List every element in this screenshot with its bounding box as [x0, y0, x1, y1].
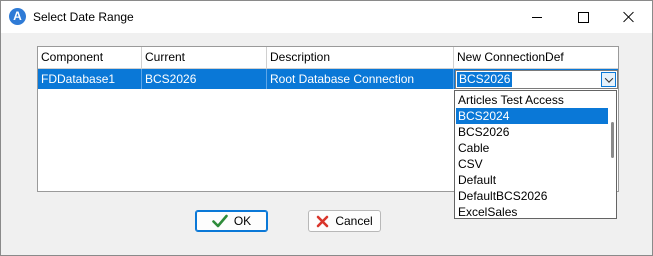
- list-item[interactable]: Default: [456, 172, 608, 188]
- ok-button-label: OK: [233, 214, 252, 228]
- cell-description[interactable]: Root Database Connection: [267, 69, 454, 89]
- window-title: Select Date Range: [33, 10, 134, 24]
- cancel-button[interactable]: Cancel: [308, 210, 381, 232]
- app-icon: A: [9, 8, 26, 25]
- list-item[interactable]: CSV: [456, 156, 608, 172]
- cell-current[interactable]: BCS2026: [142, 69, 267, 89]
- minimize-button[interactable]: [514, 1, 560, 33]
- close-button[interactable]: [606, 1, 652, 33]
- chevron-down-icon: [604, 73, 613, 83]
- close-icon: [623, 11, 635, 23]
- list-item[interactable]: DefaultBCS2026: [456, 188, 608, 204]
- minimize-icon: [532, 16, 542, 18]
- list-item[interactable]: ExcelSales: [456, 204, 608, 218]
- title-bar[interactable]: A Select Date Range: [1, 1, 652, 33]
- ok-button[interactable]: OK: [195, 210, 268, 232]
- column-header-description[interactable]: Description: [267, 47, 454, 68]
- check-icon: [212, 214, 228, 228]
- column-header-new-connectiondef[interactable]: New ConnectionDef: [454, 47, 618, 68]
- list-item[interactable]: Cable: [456, 140, 608, 156]
- cell-component[interactable]: FDDatabase1: [38, 69, 142, 89]
- dropdown-scrollbar[interactable]: [609, 92, 615, 217]
- combobox-dropdown-button[interactable]: [601, 72, 616, 87]
- x-icon: [316, 215, 329, 228]
- connectiondef-dropdown-list[interactable]: Articles Test Access BCS2024 BCS2026 Cab…: [454, 90, 617, 219]
- combobox-value: BCS2026: [457, 72, 513, 87]
- column-header-current[interactable]: Current: [142, 47, 267, 68]
- connectiondef-combobox[interactable]: BCS2026: [455, 70, 618, 89]
- maximize-icon: [577, 11, 589, 23]
- list-item[interactable]: BCS2024: [456, 108, 608, 124]
- select-date-range-dialog: A Select Date Range Component Current De…: [0, 0, 653, 256]
- scrollbar-thumb[interactable]: [611, 122, 614, 158]
- list-item[interactable]: Articles Test Access: [456, 92, 608, 108]
- grid-header: Component Current Description New Connec…: [38, 47, 618, 69]
- cancel-button-label: Cancel: [335, 214, 373, 228]
- column-header-component[interactable]: Component: [38, 47, 142, 68]
- maximize-button[interactable]: [560, 1, 606, 33]
- list-item[interactable]: BCS2026: [456, 124, 608, 140]
